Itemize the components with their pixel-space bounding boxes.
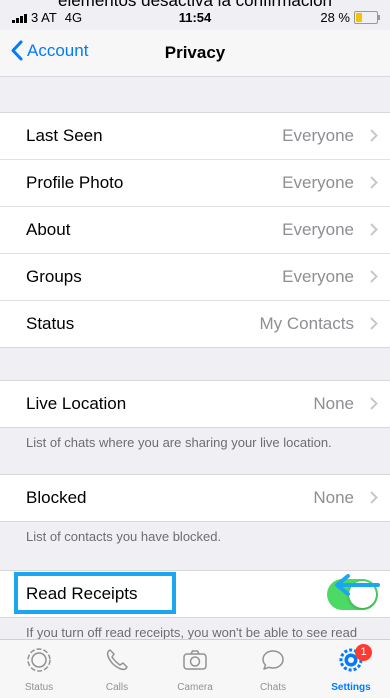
row-about[interactable]: About Everyone [0, 207, 390, 254]
tab-status[interactable]: Status [0, 646, 78, 693]
row-value: None [313, 488, 354, 507]
status-bar: 3 AT 4G 11:54 28 % [0, 8, 390, 30]
row-value: Everyone [282, 267, 354, 286]
chevron-right-icon [370, 270, 378, 283]
battery-icon [354, 11, 380, 24]
row-label: Status [26, 314, 75, 333]
row-value: Everyone [282, 126, 354, 145]
chevron-right-icon [370, 223, 378, 236]
row-label: Last Seen [26, 126, 103, 145]
row-value: Everyone [282, 173, 354, 192]
arrow-left-icon [335, 574, 380, 596]
chevron-right-icon [370, 176, 378, 189]
battery-fill [356, 13, 362, 22]
tab-label: Settings [331, 682, 371, 693]
phone-icon [106, 649, 128, 671]
row-label: Blocked [26, 488, 87, 507]
chat-bubble-icon [262, 650, 284, 670]
chevron-right-icon [370, 317, 378, 330]
highlight-box [14, 572, 176, 614]
row-last-seen[interactable]: Last Seen Everyone [0, 113, 390, 160]
tab-camera[interactable]: Camera [156, 646, 234, 693]
tab-calls[interactable]: Calls [78, 646, 156, 693]
blocked-group: Blocked None [0, 474, 390, 522]
tab-label: Status [24, 682, 54, 693]
tab-bar: Status Calls Camera Chats 1 Settings [0, 639, 390, 698]
row-label: About [26, 220, 71, 239]
chevron-right-icon [370, 491, 378, 504]
chevron-right-icon [370, 129, 378, 142]
row-value: None [313, 394, 354, 413]
row-label: Live Location [26, 394, 127, 413]
battery-percent: 28 % [320, 10, 350, 25]
status-bar-right: 28 % [320, 10, 380, 25]
tab-label: Calls [105, 682, 129, 693]
settings-badge: 1 [355, 644, 372, 661]
row-blocked[interactable]: Blocked None [0, 475, 390, 521]
row-label: Profile Photo [26, 173, 124, 192]
navigation-bar: Account Privacy [0, 30, 390, 77]
row-label: Groups [26, 267, 82, 286]
tab-label: Chats [259, 682, 287, 693]
camera-icon [183, 650, 207, 670]
row-groups[interactable]: Groups Everyone [0, 254, 390, 301]
chevron-right-icon [370, 397, 378, 410]
row-value: My Contacts [259, 314, 354, 333]
tab-settings[interactable]: 1 Settings [312, 644, 390, 693]
status-icon [27, 648, 51, 672]
blocked-note: List of contacts you have blocked. [26, 529, 222, 544]
row-live-location[interactable]: Live Location None [0, 381, 390, 427]
privacy-visibility-group: Last Seen Everyone Profile Photo Everyon… [0, 112, 390, 348]
live-location-group: Live Location None [0, 380, 390, 428]
live-location-note: List of chats where you are sharing your… [26, 435, 332, 450]
row-profile-photo[interactable]: Profile Photo Everyone [0, 160, 390, 207]
row-status[interactable]: Status My Contacts [0, 301, 390, 347]
page-title: Privacy [164, 43, 226, 62]
tab-label: Camera [177, 682, 213, 693]
row-value: Everyone [282, 220, 354, 239]
tab-chats[interactable]: Chats [234, 646, 312, 693]
